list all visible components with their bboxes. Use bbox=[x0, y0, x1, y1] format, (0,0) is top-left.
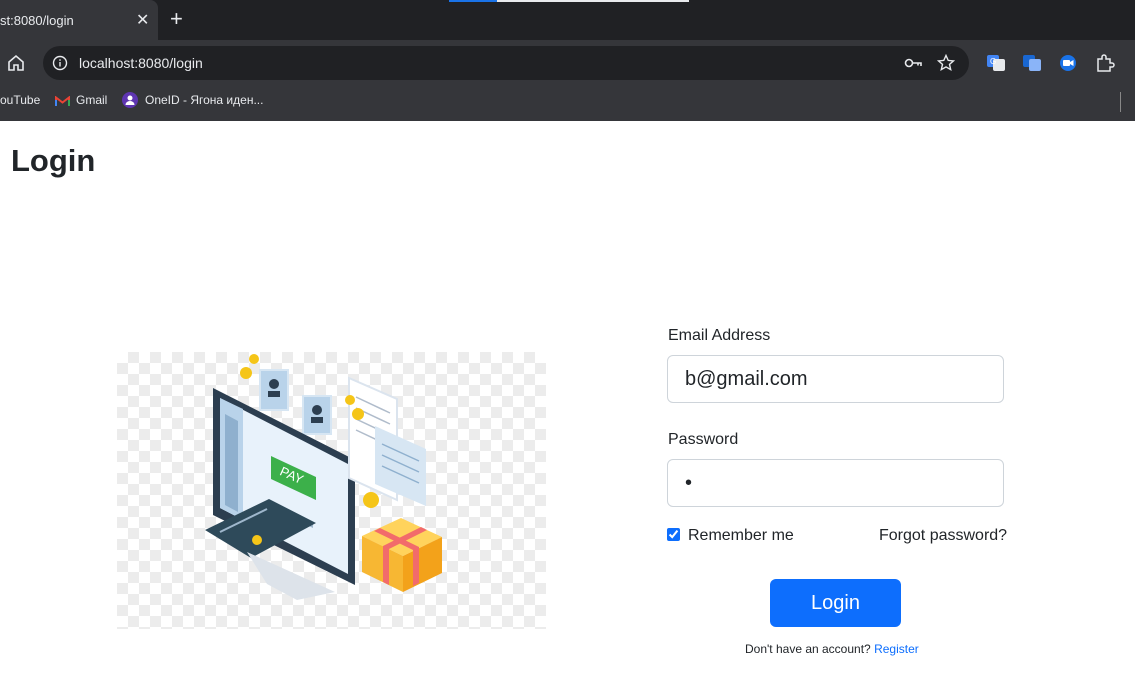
browser-toolbar: localhost:8080/login G bbox=[0, 40, 1135, 86]
page-title: Login bbox=[11, 143, 96, 178]
coin-shape bbox=[352, 408, 364, 420]
profile-body-shape bbox=[268, 391, 280, 397]
coin-shape bbox=[345, 395, 355, 405]
video-extension-icon[interactable] bbox=[1058, 54, 1078, 72]
bookmark-oneid[interactable]: OneID - Ягона иден... bbox=[145, 93, 263, 107]
browser-tab[interactable]: st:8080/login ✕ bbox=[0, 0, 158, 40]
register-prompt: Don't have an account? Register bbox=[745, 642, 919, 656]
extensions-puzzle-icon[interactable] bbox=[1095, 54, 1115, 72]
forgot-password-link[interactable]: Forgot password? bbox=[879, 527, 1007, 545]
profile-head-shape bbox=[312, 405, 322, 415]
coin-shape bbox=[363, 492, 379, 508]
bookmark-youtube[interactable]: ouTube bbox=[0, 93, 40, 107]
progress-track bbox=[497, 0, 689, 2]
email-field[interactable] bbox=[667, 355, 1004, 403]
password-field[interactable] bbox=[667, 459, 1004, 507]
payment-illustration-art: PAY bbox=[205, 354, 442, 600]
email-label: Email Address bbox=[668, 327, 771, 344]
password-key-icon[interactable] bbox=[904, 56, 924, 70]
site-info-icon[interactable] bbox=[52, 55, 68, 71]
coin-shape bbox=[249, 354, 259, 364]
register-link[interactable]: Register bbox=[874, 642, 919, 656]
new-tab-button[interactable]: + bbox=[170, 6, 183, 32]
payment-illustration: PAY bbox=[117, 352, 546, 629]
bookmark-gmail[interactable]: Gmail bbox=[76, 93, 107, 107]
address-bar[interactable]: localhost:8080/login bbox=[43, 46, 969, 80]
card-chip-shape bbox=[252, 535, 262, 545]
svg-text:G: G bbox=[990, 57, 996, 66]
bookmarks-divider bbox=[1120, 92, 1121, 112]
register-prompt-text: Don't have an account? bbox=[745, 642, 871, 656]
address-url[interactable]: localhost:8080/login bbox=[79, 55, 203, 71]
bookmarks-bar: ouTube Gmail OneID - Ягона иден... bbox=[0, 86, 1135, 121]
translate-alt-extension-icon[interactable] bbox=[1022, 54, 1042, 72]
profile-card-shape bbox=[259, 369, 289, 411]
password-label: Password bbox=[668, 431, 739, 448]
profile-body-shape bbox=[311, 417, 323, 423]
bookmark-star-icon[interactable] bbox=[937, 54, 955, 72]
home-icon[interactable] bbox=[7, 54, 25, 72]
remember-me-label[interactable]: Remember me bbox=[688, 527, 794, 545]
coin-shape bbox=[240, 367, 252, 379]
loading-progress-bar bbox=[449, 0, 689, 2]
remember-me-checkbox[interactable] bbox=[667, 528, 680, 541]
oneid-icon bbox=[122, 92, 138, 108]
screen-sidebar-lines-shape bbox=[225, 414, 238, 512]
browser-tab-strip: st:8080/login ✕ + bbox=[0, 0, 1135, 40]
translate-extension-icon[interactable]: G bbox=[986, 54, 1006, 72]
login-button[interactable]: Login bbox=[770, 579, 901, 627]
profile-head-shape bbox=[269, 379, 279, 389]
progress-fill bbox=[449, 0, 497, 2]
close-tab-icon[interactable]: ✕ bbox=[136, 10, 149, 30]
tab-title: st:8080/login bbox=[0, 13, 74, 28]
gmail-icon bbox=[55, 96, 70, 106]
